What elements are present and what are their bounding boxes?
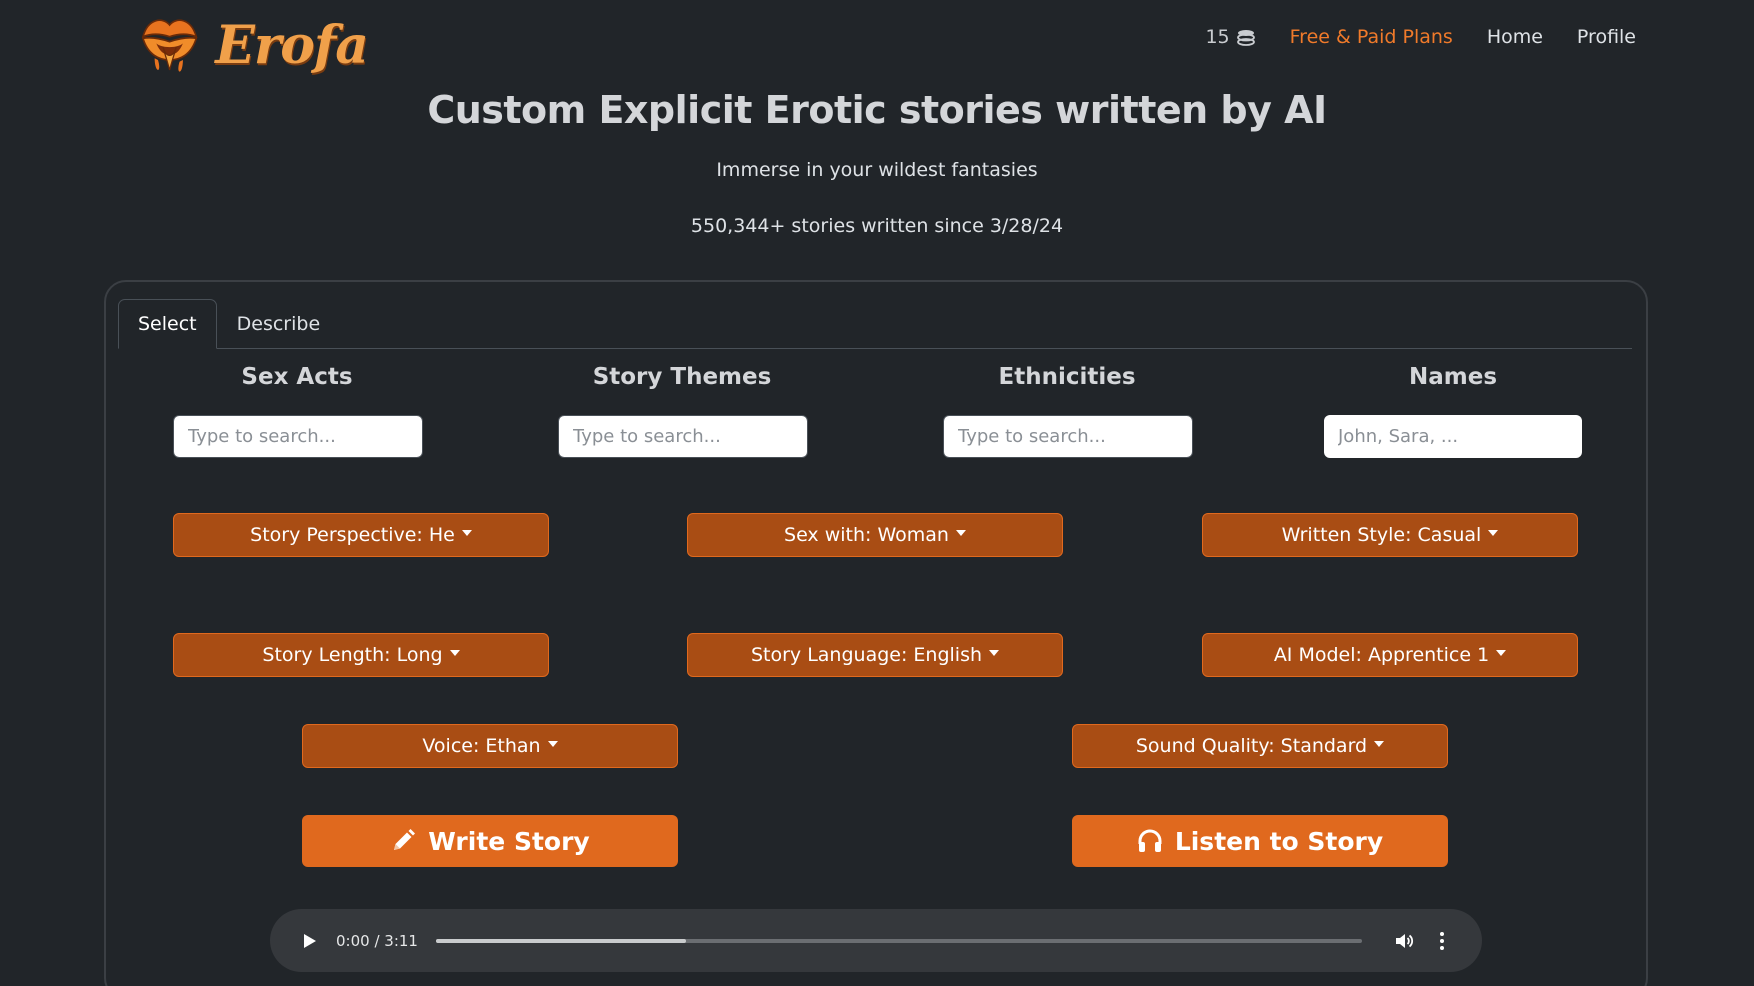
written-style-label: Written Style: Casual [1281,524,1482,546]
ethnicities-search-input[interactable] [944,416,1192,457]
caret-down-icon [989,650,1000,656]
credits-count: 15 [1205,26,1230,48]
playback-time: 0:00 / 3:11 [336,931,418,950]
story-length-label: Story Length: Long [262,644,443,666]
audio-player: 0:00 / 3:11 [270,909,1482,972]
seek-bar[interactable] [435,938,1362,943]
ethnicities-heading: Ethnicities [998,364,1136,390]
names-heading: Names [1408,364,1498,390]
caret-down-icon [955,530,966,536]
tab-describe[interactable]: Describe [217,299,341,349]
player-options-button[interactable] [1428,927,1456,955]
pencil-icon [394,829,416,850]
story-perspective-label: Story Perspective: He [250,524,455,546]
more-vertical-icon [1440,931,1444,950]
ethnicities-search [943,415,1193,458]
write-story-button[interactable]: Write Story [302,815,678,867]
headphones-icon [1138,829,1162,852]
caret-down-icon [461,530,472,536]
story-language-label: Story Language: English [750,644,983,666]
voice-dropdown[interactable]: Voice: Ethan [302,724,678,768]
caret-down-icon [547,741,558,747]
ai-model-label: AI Model: Apprentice 1 [1273,644,1490,666]
sex-acts-search-input[interactable] [174,416,422,457]
caret-down-icon [1496,650,1507,656]
listen-to-story-button[interactable]: Listen to Story [1072,815,1448,867]
coins-icon [1236,30,1255,46]
play-icon [304,933,316,948]
nav-plans-link[interactable]: Free & Paid Plans [1290,26,1453,48]
mode-tabs: Select Describe [118,299,1632,349]
story-language-dropdown[interactable]: Story Language: English [687,633,1063,677]
seek-buffered [435,938,686,943]
caret-down-icon [449,650,460,656]
names-input[interactable] [1324,415,1582,458]
credits-balance[interactable]: 15 [1205,26,1255,48]
themes-search-input[interactable] [559,416,807,457]
stories-count: 550,344+ stories written since 3/28/24 [690,215,1064,237]
sex-with-dropdown[interactable]: Sex with: Woman [687,513,1063,557]
tab-select[interactable]: Select [118,299,217,349]
brand-name: Erofa [215,14,369,76]
story-perspective-dropdown[interactable]: Story Perspective: He [173,513,549,557]
page-title: Custom Explicit Erotic stories written b… [427,88,1327,132]
volume-button[interactable] [1390,927,1418,955]
top-nav: 15 Free & Paid Plans Home Profile [1205,22,1636,52]
nav-home-link[interactable]: Home [1487,26,1543,48]
story-themes-heading: Story Themes [592,364,772,390]
volume-icon [1396,933,1414,948]
brand-logo[interactable]: Erofa [138,2,369,88]
voice-label: Voice: Ethan [422,735,541,757]
nav-profile-link[interactable]: Profile [1577,26,1636,48]
themes-search [558,415,808,458]
sound-quality-dropdown[interactable]: Sound Quality: Standard [1072,724,1448,768]
ai-model-dropdown[interactable]: AI Model: Apprentice 1 [1202,633,1578,677]
written-style-dropdown[interactable]: Written Style: Casual [1202,513,1578,557]
write-story-label: Write Story [428,826,590,856]
caret-down-icon [1374,741,1385,747]
sex-acts-heading: Sex Acts [241,364,353,390]
listen-to-story-label: Listen to Story [1174,826,1384,856]
story-length-dropdown[interactable]: Story Length: Long [173,633,549,677]
sound-quality-label: Sound Quality: Standard [1135,735,1368,757]
lips-logo-icon [141,19,198,72]
caret-down-icon [1488,530,1499,536]
sex-acts-search [173,415,423,458]
sex-with-label: Sex with: Woman [784,524,949,546]
play-button[interactable] [296,927,324,955]
page-subtitle: Immerse in your wildest fantasies [716,159,1038,181]
